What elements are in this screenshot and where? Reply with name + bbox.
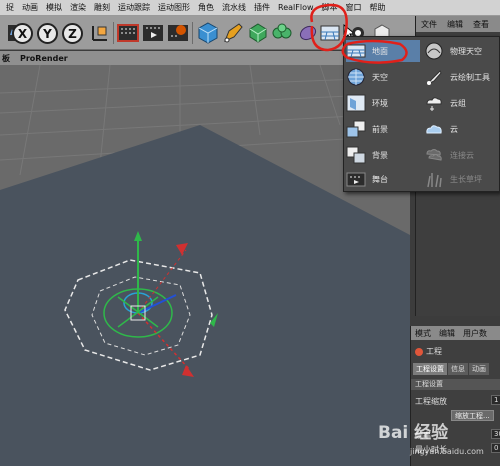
menu-item-cloud-group[interactable]: 云组	[424, 92, 466, 114]
panel-menu-file[interactable]: 文件	[416, 19, 442, 30]
panel-menu-view[interactable]: 查看	[468, 19, 494, 30]
cube-icon[interactable]	[196, 21, 220, 45]
physical-sky-icon	[424, 42, 444, 60]
background-icon	[346, 146, 366, 164]
menu-label: 云绘制工具	[450, 72, 490, 82]
cloud-brush-icon	[424, 68, 444, 86]
sky-icon	[346, 68, 366, 86]
pen-icon[interactable]	[221, 21, 245, 45]
menu-item-floor[interactable]: 地面	[346, 40, 420, 62]
menu-item-connect-clouds: 连接云	[424, 144, 474, 166]
menu-item-grow-grass: 生长草坪	[424, 168, 482, 190]
menu-item-background[interactable]: 背景	[346, 144, 388, 166]
subdivision-icon[interactable]	[246, 21, 270, 45]
attr-title: 工程	[426, 347, 442, 356]
menu-item-cloud[interactable]: 云	[424, 118, 458, 140]
attr-menu-user-data[interactable]: 用户数	[459, 328, 491, 339]
menu-item[interactable]: 帮助	[366, 2, 390, 13]
menu-label: 环境	[372, 98, 388, 108]
viewport-menu-prorender[interactable]: ProRender	[20, 54, 78, 63]
menu-item[interactable]: 运动跟踪	[114, 2, 154, 13]
menu-label: 地面	[372, 46, 388, 56]
array-icon[interactable]	[271, 21, 295, 45]
attr-tabs: 工程设置 信息 动画	[413, 363, 490, 375]
tab-info[interactable]: 信息	[448, 363, 468, 375]
scale-label: 工程缩放	[415, 397, 447, 406]
cloud-group-icon	[424, 94, 444, 112]
menu-label: 生长草坪	[450, 174, 482, 184]
menu-item[interactable]: 角色	[194, 2, 218, 13]
menu-label: 天空	[372, 72, 388, 82]
connect-clouds-icon	[424, 146, 444, 164]
menu-item[interactable]: 脚本	[318, 2, 342, 13]
foreground-icon	[346, 120, 366, 138]
y-axis-lock-button[interactable]: Y	[37, 23, 58, 44]
section-header: 工程设置	[411, 379, 500, 390]
watermark-logo: Bai 经验	[378, 423, 449, 443]
menu-label: 背景	[372, 150, 388, 160]
project-icon	[415, 347, 423, 356]
menu-item[interactable]: RealFlow	[274, 3, 318, 12]
watermark-url: jingyan.baidu.com	[410, 447, 484, 456]
attr-title-row: 工程	[415, 346, 442, 357]
fps-field[interactable]: 30	[491, 429, 500, 439]
render-view-icon[interactable]	[141, 21, 165, 45]
menu-label: 物理天空	[450, 46, 482, 56]
menu-item[interactable]: 流水线	[218, 2, 250, 13]
panel-menu-edit[interactable]: 编辑	[442, 19, 468, 30]
menu-item-stage[interactable]: 舞台	[346, 168, 388, 190]
menu-item-sky[interactable]: 天空	[346, 66, 388, 88]
viewport-menu-panel[interactable]: 板	[2, 53, 20, 64]
x-axis-label: X	[17, 26, 28, 41]
menu-item-cloud-tool[interactable]: 云绘制工具	[424, 66, 490, 88]
toolbar-separator	[113, 22, 114, 44]
menu-label: 云组	[450, 98, 466, 108]
y-axis-label: Y	[43, 26, 52, 41]
attr-menu-mode[interactable]: 模式	[411, 328, 435, 339]
menu-item-physical-sky[interactable]: 物理天空	[424, 40, 482, 62]
menubar: 捉 动画 模拟 渲染 雕刻 运动跟踪 运动图形 角色 流水线 插件 RealFl…	[0, 0, 500, 16]
menu-label: 前景	[372, 124, 388, 134]
menu-item[interactable]: 窗口	[342, 2, 366, 13]
menu-item-environment[interactable]: 环境	[346, 92, 388, 114]
attr-menu-edit[interactable]: 编辑	[435, 328, 459, 339]
menu-item[interactable]: 雕刻	[90, 2, 114, 13]
attributes-panel: 模式 编辑 用户数 工程 工程设置 信息 动画 工程设置 工程缩放 1 缩放工程…	[410, 326, 500, 466]
tab-animation[interactable]: 动画	[469, 363, 489, 375]
attributes-menubar: 模式 编辑 用户数	[411, 326, 500, 340]
toolbar-separator	[192, 22, 193, 44]
coordinate-system-icon[interactable]	[88, 21, 112, 45]
menu-item[interactable]: 渲染	[66, 2, 90, 13]
environment-icon	[346, 94, 366, 112]
cloud-icon	[424, 120, 444, 138]
menu-label: 舞台	[372, 174, 388, 184]
scale-project-button[interactable]: 缩放工程...	[451, 410, 494, 421]
environment-dropdown: 地面 天空 环境 前景 背景 舞台 物理天空 云绘制工具 云组 云 连接云 生长…	[343, 36, 500, 192]
menu-label: 云	[450, 124, 458, 134]
menu-item[interactable]: 插件	[250, 2, 274, 13]
object-manager-menubar: 文件 编辑 查看	[416, 16, 500, 32]
menu-item-foreground[interactable]: 前景	[346, 118, 388, 140]
floor-icon	[346, 42, 366, 60]
menu-item[interactable]: 模拟	[42, 2, 66, 13]
menu-label: 连接云	[450, 150, 474, 160]
min-time-field[interactable]: 0	[491, 443, 500, 453]
tab-project-settings[interactable]: 工程设置	[413, 363, 447, 375]
menu-item[interactable]: 运动图形	[154, 2, 194, 13]
deformer-icon[interactable]	[296, 21, 320, 45]
z-axis-lock-button[interactable]: Z	[62, 23, 83, 44]
grass-icon	[424, 170, 444, 188]
menu-item[interactable]: 捉	[2, 2, 18, 13]
stage-icon	[346, 170, 366, 188]
render-settings-icon[interactable]	[166, 21, 190, 45]
menu-item[interactable]: 动画	[18, 2, 42, 13]
z-axis-label: Z	[68, 26, 77, 41]
render-region-icon[interactable]	[116, 21, 140, 45]
x-axis-lock-button[interactable]: X	[12, 23, 33, 44]
viewport-menubar: 板 ProRender	[0, 51, 345, 65]
scale-field[interactable]: 1	[491, 395, 500, 405]
